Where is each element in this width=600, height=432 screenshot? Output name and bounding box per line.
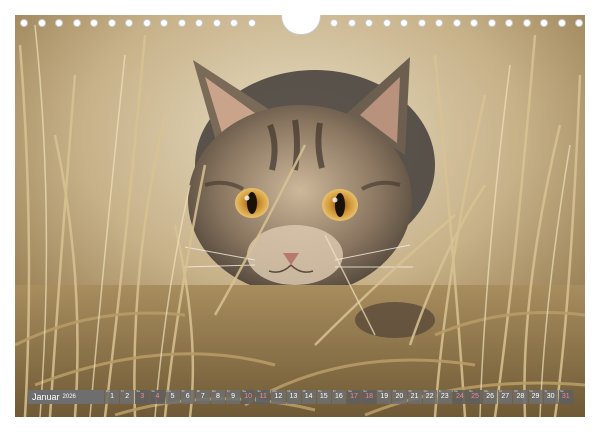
day-cell: Fr 16	[331, 389, 346, 404]
day-cell: Do 8	[210, 389, 225, 404]
day-number: 20	[395, 393, 404, 400]
day-cell: Do 1	[105, 389, 120, 404]
weekday-abbr: Do	[211, 389, 216, 393]
weekday-abbr: Sa	[559, 389, 564, 393]
weekday-abbr: So	[151, 389, 156, 393]
day-cell: Mo 5	[165, 389, 180, 404]
day-cell: Mi 14	[301, 389, 316, 404]
day-cell: Mi 7	[195, 389, 210, 404]
weekday-abbr: Do	[106, 389, 110, 393]
weekday-abbr: Mi	[408, 389, 412, 393]
cat-photo	[15, 15, 585, 417]
day-cell: Di 6	[180, 389, 195, 404]
day-number: 16	[335, 393, 343, 400]
day-cell: Mo 12	[271, 389, 286, 404]
weekday-abbr: Do	[529, 389, 534, 393]
day-cell: Do 29	[528, 389, 543, 404]
weekday-abbr: Fr	[227, 389, 230, 393]
day-number: 1	[110, 393, 115, 400]
day-cell: So 18	[362, 389, 377, 404]
weekday-abbr: Mi	[302, 389, 306, 393]
weekday-abbr: Mi	[514, 389, 518, 393]
weekday-abbr: Mo	[166, 389, 171, 393]
day-number: 3	[140, 393, 145, 400]
weekday-abbr: So	[257, 389, 261, 393]
weekday-abbr: Mo	[378, 389, 383, 393]
day-cell: Fr 2	[120, 389, 135, 404]
day-number: 8	[215, 393, 220, 400]
day-cell: Sa 24	[452, 389, 467, 404]
day-number: 7	[200, 393, 205, 400]
weekday-abbr: Mo	[272, 389, 277, 393]
day-number: 9	[231, 393, 236, 400]
weekday-abbr: Di	[499, 389, 503, 393]
day-cell: Di 13	[286, 389, 301, 404]
weekday-abbr: Sa	[242, 389, 246, 393]
weekday-abbr: Fr	[544, 389, 548, 393]
weekday-abbr: Fr	[332, 389, 336, 393]
day-number: 13	[289, 393, 298, 400]
day-cell: Sa 3	[135, 389, 150, 404]
weekday-abbr: Do	[423, 389, 428, 393]
weekday-abbr: Fr	[438, 389, 442, 393]
day-cell: So 25	[468, 389, 483, 404]
day-cell: Fr 23	[437, 389, 452, 404]
weekday-abbr: So	[363, 389, 367, 393]
day-cell: Sa 10	[241, 389, 256, 404]
tabby-kitten-in-grass-image	[15, 15, 585, 417]
month-label: Januar 2026	[28, 390, 104, 404]
day-cell: Mi 21	[407, 389, 422, 404]
weekday-abbr: Mo	[484, 389, 489, 393]
day-number: 5	[170, 393, 175, 400]
day-cell: So 4	[150, 389, 165, 404]
day-cell: Sa 31	[558, 389, 573, 404]
weekday-abbr: Do	[317, 389, 322, 393]
month-name: Januar	[32, 392, 60, 402]
month-year: 2026	[62, 394, 76, 400]
calendar-page: Januar 2026 Do 1 Fr 2 Sa 3 So 4 Mo 5 Di 6 Mi 7 Do 8 Fr 9 S…	[0, 0, 600, 432]
month-strip: Januar 2026 Do 1 Fr 2 Sa 3 So 4 Mo 5 Di 6 Mi 7 Do 8 Fr 9 S…	[28, 389, 573, 404]
weekday-abbr: So	[469, 389, 473, 393]
weekday-abbr: Di	[287, 389, 291, 393]
day-cell: Di 27	[498, 389, 513, 404]
day-cell: So 11	[256, 389, 271, 404]
day-number: 2	[125, 393, 130, 400]
day-cell: Do 22	[422, 389, 437, 404]
day-cell: Di 20	[392, 389, 407, 404]
weekday-abbr: Di	[181, 389, 185, 393]
day-cell: Sa 17	[347, 389, 362, 404]
weekday-abbr: Sa	[453, 389, 458, 393]
weekday-abbr: Sa	[136, 389, 140, 393]
weekday-abbr: Sa	[348, 389, 352, 393]
weekday-abbr: Fr	[121, 389, 124, 393]
day-number: 30	[546, 393, 555, 400]
day-cell: Mo 19	[377, 389, 392, 404]
day-cells: Do 1 Fr 2 Sa 3 So 4 Mo 5 Di 6 Mi 7 Do 8 Fr 9 Sa 10 So 11 Mo 12 D…	[105, 389, 573, 404]
day-number: 23	[440, 393, 449, 400]
day-number: 4	[155, 393, 160, 400]
weekday-abbr: Di	[393, 389, 397, 393]
day-cell: Fr 9	[226, 389, 241, 404]
day-number: 6	[185, 393, 190, 400]
day-cell: Do 15	[316, 389, 331, 404]
weekday-abbr: Mi	[196, 389, 200, 393]
day-cell: Mi 28	[513, 389, 528, 404]
day-cell: Mo 26	[483, 389, 498, 404]
day-cell: Fr 30	[543, 389, 558, 404]
day-number: 27	[501, 393, 510, 400]
